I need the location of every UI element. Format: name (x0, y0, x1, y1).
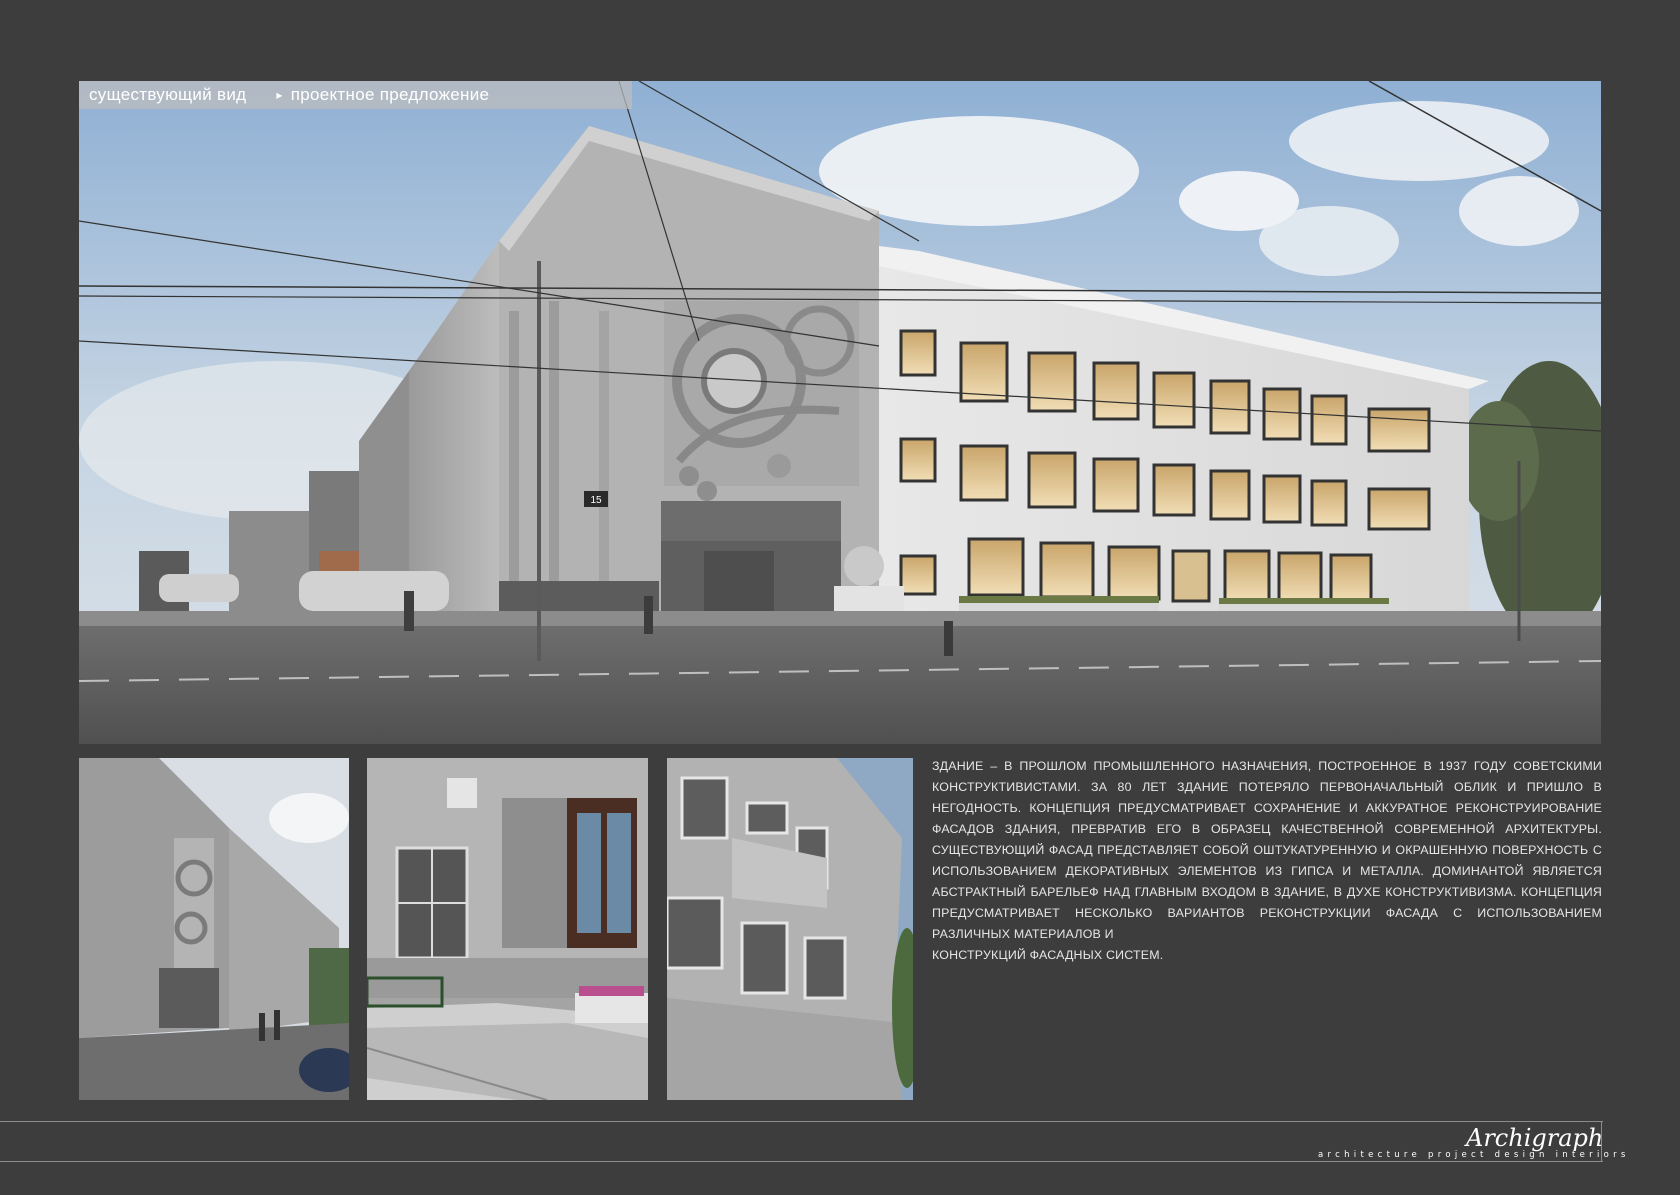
thumbnail-2-illustration (367, 758, 648, 1100)
description-last-line: конструкций фасадных систем. (932, 948, 1164, 962)
thumbnail-3-illustration (667, 758, 913, 1100)
footer-rule-top (0, 1121, 1603, 1122)
thumbnail-1-illustration (79, 758, 349, 1100)
hero-rendering: 15 существующий вид ▸ проектное предложе… (79, 81, 1601, 744)
thumbnail-photo-3 (667, 758, 913, 1100)
thumbnail-photo-2 (367, 758, 648, 1100)
footer-rule-bottom (0, 1161, 1603, 1162)
description-paragraph: Здание – в прошлом промышленного назначе… (932, 759, 1602, 941)
thumbnail-photo-1 (79, 758, 349, 1100)
project-description: Здание – в прошлом промышленного назначе… (932, 756, 1602, 966)
tab-proposal[interactable]: проектное предложение (281, 85, 500, 105)
tab-existing-view[interactable]: существующий вид (79, 85, 256, 105)
view-tabs: существующий вид ▸ проектное предложение (79, 81, 632, 109)
house-number: 15 (590, 495, 602, 506)
logo-tagline: architecture project design interiors (1318, 1150, 1630, 1160)
hero-rendering-illustration: 15 (79, 81, 1601, 744)
